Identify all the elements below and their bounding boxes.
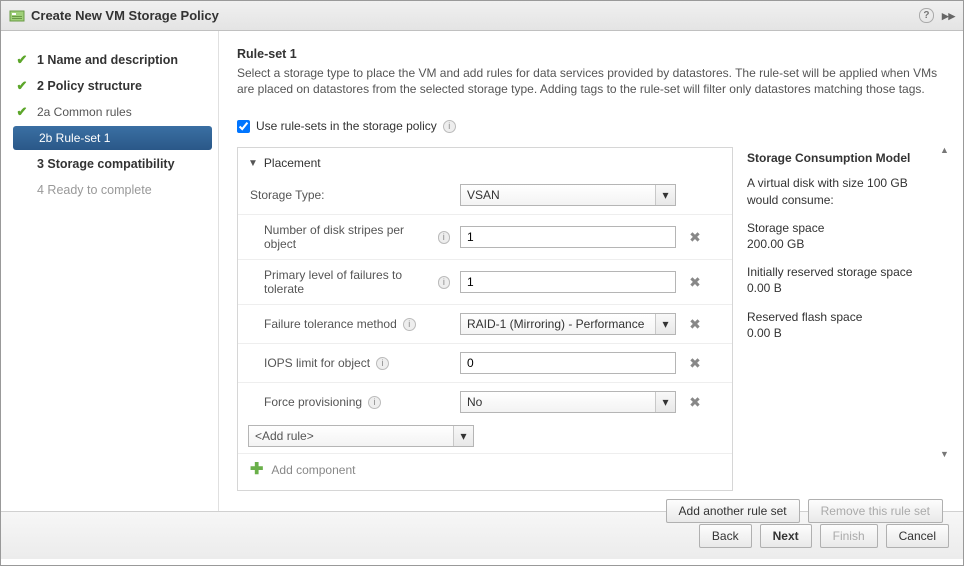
iops-input[interactable] bbox=[460, 352, 676, 374]
force-label: Force provisioning bbox=[264, 395, 362, 409]
add-rule-select[interactable]: <Add rule> ▾ bbox=[248, 425, 474, 447]
use-rulesets-label: Use rule-sets in the storage policy bbox=[256, 119, 437, 133]
consume-flash-value: 0.00 B bbox=[747, 326, 782, 340]
consume-title: Storage Consumption Model bbox=[747, 151, 939, 165]
nav-label: 1 Name and description bbox=[37, 53, 178, 67]
clear-icon[interactable]: ✖ bbox=[686, 273, 704, 291]
info-icon[interactable]: i bbox=[376, 357, 389, 370]
scrollbar[interactable] bbox=[943, 147, 947, 457]
storage-type-select[interactable]: VSAN ▾ bbox=[460, 184, 676, 206]
info-icon[interactable]: i bbox=[368, 396, 381, 409]
force-select[interactable]: No ▾ bbox=[460, 391, 676, 413]
ftt-input[interactable] bbox=[460, 271, 676, 293]
ftm-label: Failure tolerance method bbox=[264, 317, 397, 331]
stripes-label: Number of disk stripes per object bbox=[264, 223, 432, 251]
clear-icon[interactable]: ✖ bbox=[686, 393, 704, 411]
ftt-label: Primary level of failures to tolerate bbox=[264, 268, 432, 296]
select-value: VSAN bbox=[467, 188, 500, 202]
clear-icon[interactable]: ✖ bbox=[686, 228, 704, 246]
wizard-nav: ✔ 1 Name and description ✔ 2 Policy stru… bbox=[1, 31, 219, 511]
next-button[interactable]: Next bbox=[760, 524, 812, 548]
select-value: <Add rule> bbox=[255, 429, 314, 443]
finish-button: Finish bbox=[820, 524, 878, 548]
chevron-down-icon: ▾ bbox=[453, 426, 473, 446]
consume-reserved-label: Initially reserved storage space bbox=[747, 265, 912, 279]
content-heading: Rule-set 1 bbox=[237, 47, 945, 61]
remove-ruleset-button: Remove this rule set bbox=[808, 499, 943, 523]
ftm-select[interactable]: RAID-1 (Mirroring) - Performance ▾ bbox=[460, 313, 676, 335]
check-icon: ✔ bbox=[15, 104, 29, 120]
rules-panel: ▼ Placement Storage Type: VSAN ▾ Number … bbox=[237, 147, 733, 491]
nav-label: 3 Storage compatibility bbox=[37, 157, 175, 171]
nav-step-2b[interactable]: 2b Rule-set 1 bbox=[13, 126, 212, 150]
storage-type-label: Storage Type: bbox=[250, 188, 450, 202]
nav-step-1[interactable]: ✔ 1 Name and description bbox=[1, 47, 218, 73]
info-icon[interactable]: i bbox=[403, 318, 416, 331]
consume-reserved-value: 0.00 B bbox=[747, 281, 782, 295]
consume-space-value: 200.00 GB bbox=[747, 237, 804, 251]
select-value: No bbox=[467, 395, 482, 409]
cancel-button[interactable]: Cancel bbox=[886, 524, 949, 548]
nav-step-3[interactable]: ✔ 3 Storage compatibility bbox=[1, 151, 218, 177]
plus-icon: ✚ bbox=[250, 462, 263, 478]
nav-label: 2 Policy structure bbox=[37, 79, 142, 93]
nav-step-2a[interactable]: ✔ 2a Common rules bbox=[1, 99, 218, 125]
clear-icon[interactable]: ✖ bbox=[686, 315, 704, 333]
nav-label: 4 Ready to complete bbox=[37, 183, 152, 197]
storage-consumption-panel: Storage Consumption Model A virtual disk… bbox=[747, 147, 945, 491]
add-component-row[interactable]: ✚ Add component bbox=[238, 453, 732, 486]
check-icon: ✔ bbox=[15, 52, 29, 68]
window-title: Create New VM Storage Policy bbox=[31, 8, 219, 23]
info-icon[interactable]: i bbox=[443, 120, 456, 133]
add-ruleset-button[interactable]: Add another rule set bbox=[666, 499, 800, 523]
add-component-label: Add component bbox=[271, 463, 355, 477]
title-bar: Create New VM Storage Policy ? ▸▸ bbox=[1, 1, 963, 31]
consume-intro: A virtual disk with size 100 GB would co… bbox=[747, 175, 939, 207]
check-icon: ✔ bbox=[15, 78, 29, 94]
help-icon[interactable]: ? bbox=[919, 8, 934, 23]
nav-label: 2a Common rules bbox=[37, 105, 132, 119]
clear-icon[interactable]: ✖ bbox=[686, 354, 704, 372]
iops-label: IOPS limit for object bbox=[264, 356, 370, 370]
policy-icon bbox=[9, 8, 25, 24]
nav-step-4[interactable]: ✔ 4 Ready to complete bbox=[1, 177, 218, 203]
back-button[interactable]: Back bbox=[699, 524, 752, 548]
chevron-down-icon: ▾ bbox=[655, 185, 675, 205]
consume-flash-label: Reserved flash space bbox=[747, 310, 862, 324]
expand-icon[interactable]: ▸▸ bbox=[942, 8, 955, 24]
section-title: Placement bbox=[264, 156, 321, 170]
consume-space-label: Storage space bbox=[747, 221, 824, 235]
info-icon[interactable]: i bbox=[438, 231, 451, 244]
use-rulesets-checkbox[interactable] bbox=[237, 120, 250, 133]
content-description: Select a storage type to place the VM an… bbox=[237, 65, 945, 97]
chevron-down-icon: ▾ bbox=[655, 314, 675, 334]
stripes-input[interactable] bbox=[460, 226, 676, 248]
chevron-down-icon: ▾ bbox=[655, 392, 675, 412]
nav-label: 2b Rule-set 1 bbox=[39, 131, 110, 145]
select-value: RAID-1 (Mirroring) - Performance bbox=[467, 317, 662, 331]
disclosure-icon[interactable]: ▼ bbox=[248, 158, 258, 169]
info-icon[interactable]: i bbox=[438, 276, 450, 289]
nav-step-2[interactable]: ✔ 2 Policy structure bbox=[1, 73, 218, 99]
